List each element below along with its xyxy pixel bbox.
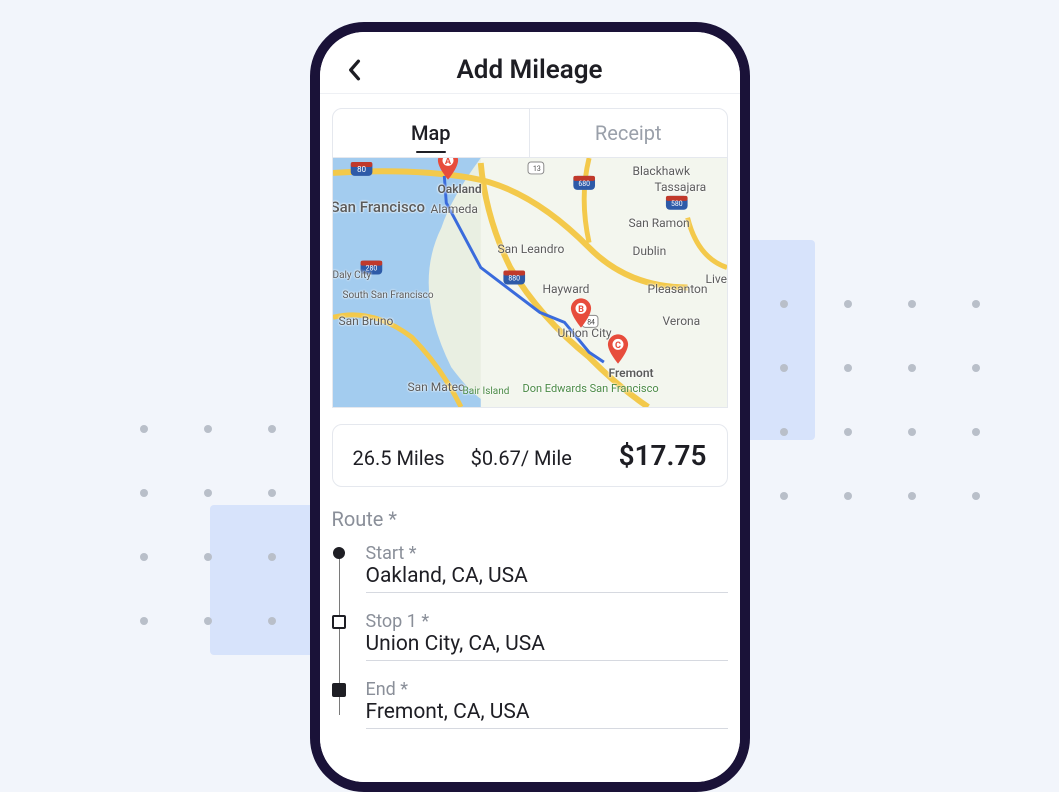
map-label-livermore: Livermore [706,272,728,286]
route-start-input[interactable]: Oakland, CA, USA [366,564,728,593]
route-stop-1: Stop 1 * Union City, CA, USA [366,611,728,661]
map-label-bair: Bair Island [463,386,510,397]
map-label-dalycity: Daly City [333,270,372,281]
map-label-fremont: Fremont [609,366,654,380]
map-pin-b[interactable]: B [570,298,592,328]
map-label-donedwards: Don Edwards San Francisco [523,382,643,395]
map-label-pleasanton: Pleasanton [648,282,708,296]
route-marker-stop-icon [332,615,346,629]
route-start: Start * Oakland, CA, USA [366,543,728,593]
route-end-input[interactable]: Fremont, CA, USA [366,700,728,729]
svg-text:B: B [578,305,584,315]
map-view[interactable]: 80 680 580 880 84 13 280 San Francisco O… [332,158,728,408]
route-stop1-input[interactable]: Union City, CA, USA [366,632,728,661]
map-label-sanmateo: San Mateo [408,380,465,394]
map-label-sanbruno: San Bruno [339,314,394,328]
route-marker-end-icon [332,683,346,697]
mileage-summary-card: 26.5 Miles $0.67/ Mile $17.75 [332,424,728,487]
route-start-label: Start * [366,543,728,564]
route-marker-start-icon [333,547,345,559]
map-label-ssf: South San Francisco [343,290,434,301]
screen: Add Mileage Map Receipt [320,32,740,782]
map-label-sanleandro: San Leandro [498,242,565,256]
back-button[interactable] [340,56,368,84]
route-list: Start * Oakland, CA, USA Stop 1 * Union … [332,543,728,747]
phone-frame: Add Mileage Map Receipt [310,22,750,792]
route-end: End * Fremont, CA, USA [366,679,728,729]
chevron-left-icon [347,59,361,81]
svg-text:A: A [444,158,451,167]
svg-text:13: 13 [533,165,541,173]
map-label-hayward: Hayward [543,282,590,296]
route-stop1-label: Stop 1 * [366,611,728,632]
map-label-tassajara: Tassajara [655,180,707,194]
map-pin-a[interactable]: A [437,158,459,180]
svg-text:680: 680 [578,180,590,188]
summary-rate: $0.67/ Mile [471,446,572,470]
map-label-blackhawk: Blackhawk [633,164,691,178]
summary-distance: 26.5 Miles [353,446,445,470]
svg-text:C: C [615,341,621,351]
page-title: Add Mileage [456,55,602,85]
svg-text:80: 80 [357,165,366,174]
summary-total: $17.75 [619,439,707,472]
svg-text:580: 580 [670,200,682,208]
map-pin-c[interactable]: C [607,334,629,364]
svg-text:880: 880 [508,274,520,282]
map-label-sanramon: San Ramon [629,216,690,230]
map-label-unioncity: Union City [558,326,612,340]
tab-receipt[interactable]: Receipt [529,109,727,157]
map-label-verona: Verona [663,314,701,328]
map-label-alameda: Alameda [431,202,478,216]
map-label-dublin: Dublin [633,244,667,258]
map-label-sf: San Francisco [332,198,426,216]
view-tabs: Map Receipt [332,108,728,158]
route-end-label: End * [366,679,728,700]
tab-map[interactable]: Map [333,109,530,157]
route-section-label: Route * [332,507,728,531]
map-label-oakland: Oakland [438,182,482,196]
header: Add Mileage [320,46,740,94]
